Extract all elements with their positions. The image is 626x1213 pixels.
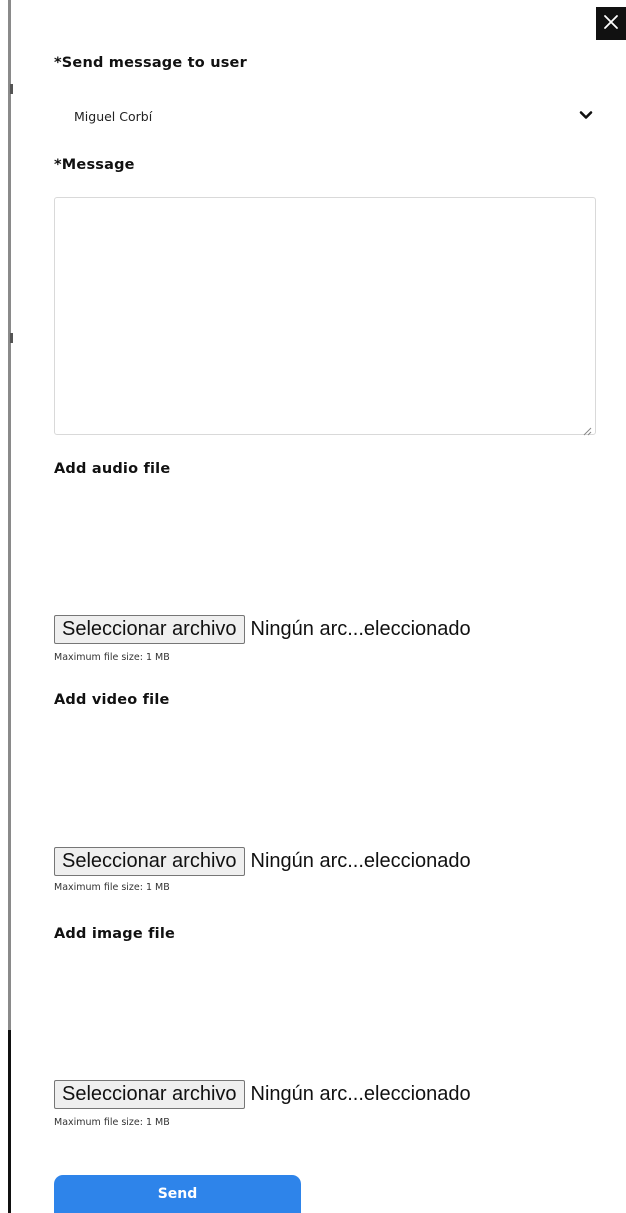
edge-line-dark [8,1030,11,1213]
video-file-label: Add video file [54,692,170,708]
audio-size-hint: Maximum file size: 1 MB [54,652,170,663]
close-button[interactable] [596,7,626,40]
send-button[interactable]: Send [54,1175,301,1213]
audio-file-status: Ningún arc...eleccionado [250,618,471,640]
video-size-hint: Maximum file size: 1 MB [54,882,170,893]
image-size-hint: Maximum file size: 1 MB [54,1117,170,1128]
audio-file-label: Add audio file [54,461,171,477]
audio-file-input[interactable]: Seleccionar archivo Ningún arc...eleccio… [54,615,471,644]
video-file-input[interactable]: Seleccionar archivo Ningún arc...eleccio… [54,847,471,876]
chevron-down-icon [578,107,594,123]
video-file-status: Ningún arc...eleccionado [250,850,471,872]
image-file-label: Add image file [54,926,176,942]
image-file-status: Ningún arc...eleccionado [250,1083,471,1105]
message-label: *Message [54,157,135,173]
recipient-select[interactable]: Miguel Corbí [54,97,602,135]
video-choose-file-button[interactable]: Seleccionar archivo [54,847,245,876]
edge-tick [10,333,13,343]
audio-choose-file-button[interactable]: Seleccionar archivo [54,615,245,644]
message-textarea[interactable] [54,197,596,436]
close-icon [603,14,619,34]
image-file-input[interactable]: Seleccionar archivo Ningún arc...eleccio… [54,1080,471,1109]
image-choose-file-button[interactable]: Seleccionar archivo [54,1080,245,1109]
recipient-label: *Send message to user [54,55,247,71]
send-button-label: Send [157,1186,198,1202]
edge-tick [10,84,13,94]
modal-left-edge [0,0,13,1213]
recipient-value: Miguel Corbí [74,108,153,124]
resize-handle-icon[interactable] [582,421,592,436]
